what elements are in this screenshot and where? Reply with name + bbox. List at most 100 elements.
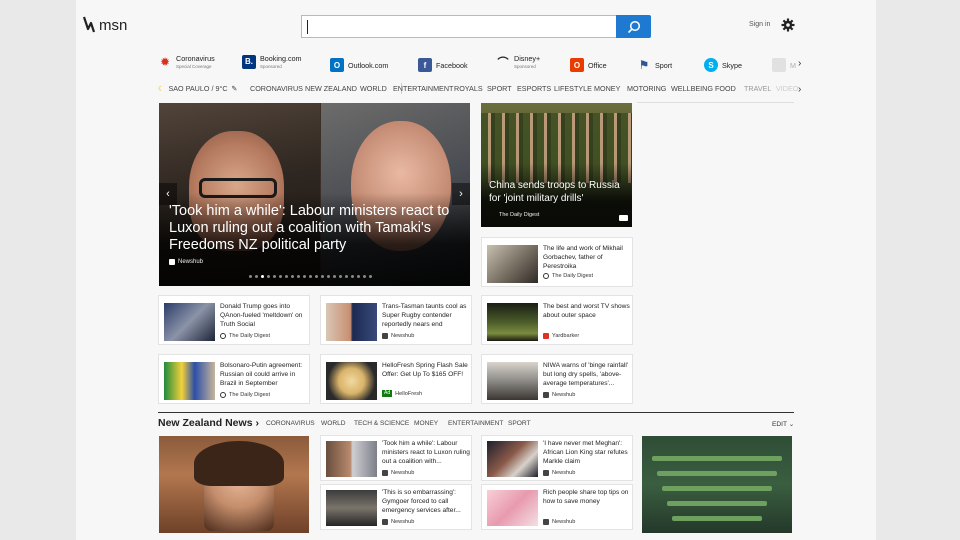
news-card[interactable]: 'Took him a while': Labour ministers rea… — [320, 435, 472, 481]
office-icon: O — [570, 58, 584, 72]
carousel-dots — [249, 275, 372, 278]
virus-icon: ✹ — [159, 54, 171, 69]
parliament-image[interactable] — [642, 436, 792, 533]
quick-link-office[interactable]: O Office — [570, 58, 607, 72]
news-card[interactable]: The best and worst TV shows about outer … — [481, 295, 633, 345]
quick-link-coronavirus[interactable]: ✹ Coronavirus Special Coverage — [158, 54, 215, 69]
sign-in-link[interactable]: Sign in — [749, 21, 770, 28]
news-card[interactable]: Donald Trump goes into QAnon-fueled 'mel… — [158, 295, 310, 345]
newshub-icon — [382, 470, 388, 476]
newshub-icon — [543, 470, 549, 476]
quick-links-bar: ✹ Coronavirus Special Coverage B. Booking… — [158, 54, 808, 78]
search-input[interactable] — [301, 15, 617, 38]
card-thumbnail — [326, 303, 377, 341]
edit-button[interactable]: EDIT ⌄ — [772, 420, 794, 428]
daily-digest-icon — [543, 273, 549, 279]
card-thumbnail — [164, 362, 215, 400]
card-thumbnail — [164, 303, 215, 341]
nav-lifestyle[interactable]: LIFESTYLE — [554, 84, 592, 93]
quick-link-skype[interactable]: S Skype — [704, 58, 742, 72]
nz-nav-sport[interactable]: SPORT — [508, 420, 531, 427]
nav-new-zealand[interactable]: NEW ZEALAND — [305, 84, 357, 93]
card-thumbnail — [487, 245, 538, 283]
news-card[interactable]: NIWA warns of 'binge rainfall' but long … — [481, 354, 633, 404]
moon-icon: ☾ — [158, 84, 165, 93]
card-thumbnail — [326, 441, 377, 477]
search-icon — [627, 20, 640, 33]
card-thumbnail — [487, 441, 538, 477]
news-card[interactable]: Rich people share top tips on how to sav… — [481, 484, 633, 530]
carousel-next-button[interactable]: › — [452, 183, 470, 205]
section-title[interactable]: New Zealand News › — [158, 417, 259, 429]
newshub-icon — [169, 259, 175, 265]
weather-widget[interactable]: ☾ SAO PAULO / 9°C ✎ — [158, 84, 238, 93]
disney-icon: ⌒ — [497, 56, 509, 69]
category-nav: ☾ SAO PAULO / 9°C ✎ CORONAVIRUS NEW ZEAL… — [158, 81, 798, 97]
hero-carousel[interactable]: ‹ › 'Took him a while': Labour ministers… — [159, 103, 470, 286]
nz-nav-tech-science[interactable]: TECH & SCIENCE — [354, 420, 409, 427]
search-button[interactable] — [616, 15, 651, 38]
nz-lead-image[interactable] — [159, 436, 309, 533]
news-card[interactable]: Bolsonaro-Putin agreement: Russian oil c… — [158, 354, 310, 404]
msn-logo[interactable]: msn — [82, 16, 127, 34]
nav-world[interactable]: WORLD — [360, 84, 387, 93]
facebook-icon: f — [418, 58, 432, 72]
card-thumbnail — [487, 303, 538, 341]
divider-line — [637, 102, 794, 103]
yardbarker-icon — [543, 333, 549, 339]
nav-video[interactable]: VIDEO — [776, 84, 798, 93]
newshub-icon — [382, 333, 388, 339]
daily-digest-icon — [220, 333, 226, 339]
nav-money[interactable]: MONEY — [594, 84, 620, 93]
nav-entertainment[interactable]: ENTERTAINMENT — [393, 84, 453, 93]
nav-motoring[interactable]: MOTORING — [627, 84, 666, 93]
ad-card[interactable]: HelloFresh Spring Flash Sale Offer: Get … — [320, 354, 472, 404]
nav-wellbeing[interactable]: WELLBEING — [671, 84, 713, 93]
nz-nav-entertainment[interactable]: ENTERTAINMENT — [448, 420, 503, 427]
quick-link-booking[interactable]: B. Booking.com Sponsored — [242, 54, 302, 69]
nav-food[interactable]: FOOD — [715, 84, 736, 93]
nav-esports[interactable]: ESPORTS — [517, 84, 551, 93]
news-card[interactable]: The life and work of Mikhail Gorbachev, … — [481, 237, 633, 287]
chevron-right-icon: › — [255, 417, 260, 429]
quick-link-sport[interactable]: ⚑ Sport — [637, 58, 673, 72]
card-thumbnail — [487, 490, 538, 526]
sport-icon: ⚑ — [638, 58, 650, 72]
quick-link-disney[interactable]: ⌒ Disney+ Sponsored — [496, 54, 541, 69]
nav-sport[interactable]: SPORT — [487, 84, 512, 93]
quick-links-next-arrow[interactable]: › — [798, 58, 801, 69]
hero-headline[interactable]: 'Took him a while': Labour ministers rea… — [169, 203, 459, 254]
newshub-icon — [543, 392, 549, 398]
logo-text: msn — [99, 16, 128, 34]
news-card[interactable]: 'I have never met Meghan': African Lion … — [481, 435, 633, 481]
daily-digest-icon — [220, 392, 226, 398]
feature-source: The Daily Digest — [499, 212, 540, 218]
quick-link-facebook[interactable]: f Facebook — [418, 58, 468, 72]
skype-icon: S — [704, 58, 718, 72]
gear-icon[interactable] — [781, 18, 795, 32]
news-card[interactable]: Trans-Tasman taunts cool as Super Rugby … — [320, 295, 472, 345]
section-divider — [158, 412, 794, 413]
nav-coronavirus[interactable]: CORONAVIRUS — [250, 84, 303, 93]
outlook-icon: O — [330, 58, 344, 72]
card-thumbnail — [326, 490, 377, 526]
nz-nav-world[interactable]: WORLD — [321, 420, 346, 427]
quick-link-faded[interactable]: M — [772, 58, 796, 72]
nz-nav-money[interactable]: MONEY — [414, 420, 438, 427]
msn-butterfly-icon — [82, 16, 96, 33]
chevron-down-icon: ⌄ — [788, 421, 795, 428]
nav-travel[interactable]: TRAVEL — [744, 84, 771, 93]
quick-link-outlook[interactable]: O Outlook.com — [330, 58, 388, 72]
booking-icon: B. — [242, 54, 256, 69]
nav-next-arrow[interactable]: › — [798, 84, 801, 95]
feature-card-china[interactable]: China sends troops to Russia for 'joint … — [481, 103, 632, 227]
nav-royals[interactable]: ROYALS — [454, 84, 483, 93]
card-thumbnail — [326, 362, 377, 400]
newshub-icon — [382, 519, 388, 525]
nz-nav-coronavirus[interactable]: CORONAVIRUS — [266, 420, 315, 427]
ad-badge: Ad — [382, 390, 393, 397]
carousel-prev-button[interactable]: ‹ — [159, 183, 177, 205]
news-card[interactable]: 'This is so embarrassing': Gymgoer force… — [320, 484, 472, 530]
pencil-icon[interactable]: ✎ — [232, 84, 238, 93]
newshub-icon — [543, 519, 549, 525]
